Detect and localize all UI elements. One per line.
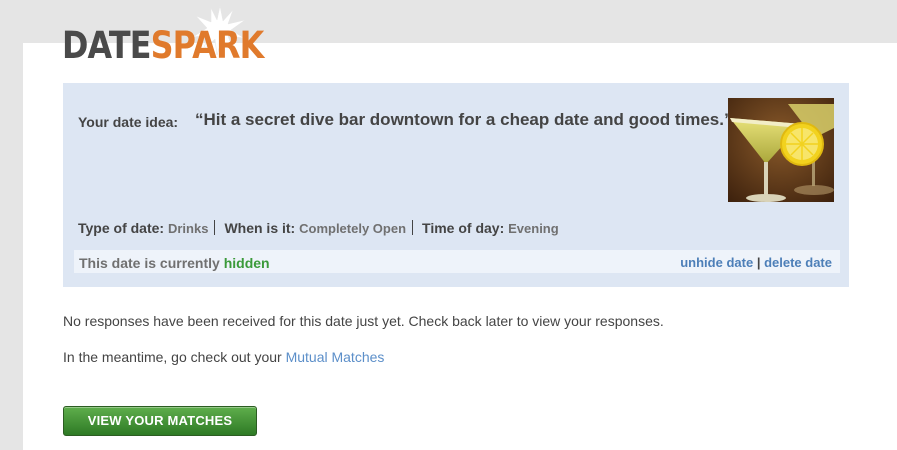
action-separator: | [756, 255, 761, 270]
when-value: Completely Open [299, 221, 407, 236]
divider [214, 220, 216, 235]
view-your-matches-button[interactable]: VIEW YOUR MATCHES [63, 406, 257, 436]
type-of-date-label: Type of date: [78, 220, 165, 236]
no-responses-message: No responses have been received for this… [63, 313, 664, 329]
meantime-text: In the meantime, go check out your [63, 349, 282, 365]
delete-date-link[interactable]: delete date [764, 255, 832, 270]
logo-date-text: DATE [62, 24, 151, 67]
date-idea-text: “Hit a secret dive bar downtown for a ch… [195, 110, 733, 129]
visibility-status-bar: This date is currently hidden unhide dat… [74, 250, 840, 273]
date-photo [728, 98, 834, 202]
date-idea-panel: Your date idea: “Hit a secret dive bar d… [63, 83, 849, 287]
time-of-day-label: Time of day: [422, 220, 505, 236]
status-badge: hidden [223, 255, 270, 271]
when-label: When is it: [224, 220, 296, 236]
mutual-matches-link[interactable]: Mutual Matches [286, 349, 385, 365]
date-idea-label: Your date idea: [78, 114, 179, 130]
status-prefix: This date is currently [79, 255, 220, 271]
type-of-date-value: Drinks [167, 221, 209, 236]
meantime-message: In the meantime, go check out your Mutua… [63, 349, 384, 365]
logo-spark-text: SPARK [150, 24, 265, 67]
divider [412, 220, 414, 235]
date-details-row: Type of date: Drinks When is it: Complete… [78, 220, 559, 236]
datespark-logo[interactable]: DATESPARK [62, 24, 265, 67]
time-of-day-value: Evening [508, 221, 559, 236]
status-actions: unhide date | delete date [680, 255, 832, 270]
unhide-date-link[interactable]: unhide date [680, 255, 753, 270]
status-text: This date is currently hidden [79, 255, 270, 271]
cocktail-image [728, 98, 834, 202]
